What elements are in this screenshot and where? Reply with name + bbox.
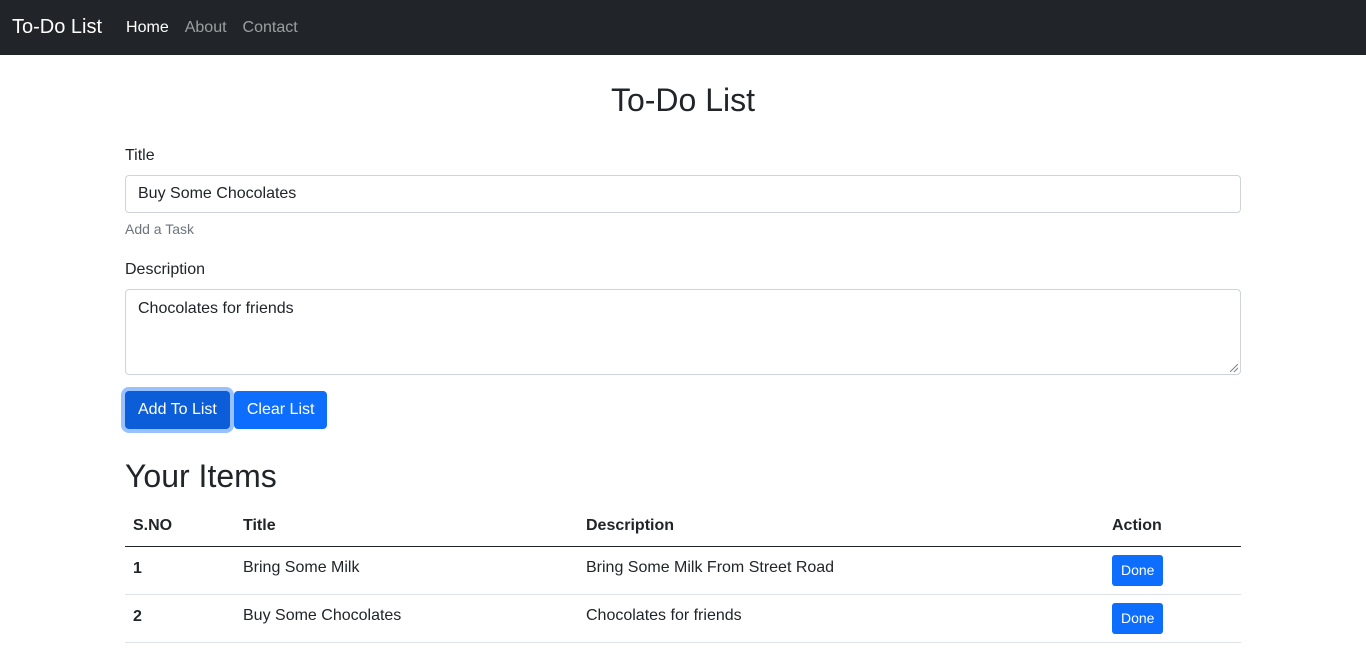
- navbar-brand[interactable]: To-Do List: [12, 16, 102, 39]
- resize-handle-icon[interactable]: [1230, 364, 1238, 372]
- title-label: Title: [125, 147, 155, 164]
- table-row: 2 Buy Some Chocolates Chocolates for fri…: [125, 594, 1241, 643]
- title-help-text: Add a Task: [125, 221, 195, 237]
- description-textarea-value: Chocolates for friends: [138, 300, 294, 317]
- add-to-list-button[interactable]: Add To List: [125, 391, 230, 429]
- header-action: Action: [1104, 507, 1241, 547]
- table-header-row: S.NO Title Description Action: [125, 507, 1241, 547]
- main-container: To-Do List Title Buy Some Chocolates Add…: [125, 55, 1241, 643]
- navbar: To-Do List Home About Contact: [0, 0, 1366, 55]
- header-title: Title: [235, 507, 578, 547]
- done-button[interactable]: Done: [1112, 554, 1164, 586]
- done-button[interactable]: Done: [1112, 602, 1164, 634]
- title-input[interactable]: Buy Some Chocolates: [125, 175, 1241, 213]
- row-description: Chocolates for friends: [578, 594, 1104, 643]
- items-heading: Your Items: [125, 458, 277, 494]
- header-description: Description: [578, 507, 1104, 547]
- nav-link-about[interactable]: About: [185, 19, 227, 37]
- nav-link-home[interactable]: Home: [126, 19, 169, 37]
- row-title: Bring Some Milk: [235, 546, 578, 595]
- header-sno: S.NO: [125, 507, 235, 547]
- clear-list-button[interactable]: Clear List: [233, 391, 328, 429]
- row-sno: 2: [125, 594, 235, 643]
- form-buttons: Add To List Clear List: [125, 391, 1241, 429]
- table-row: 1 Bring Some Milk Bring Some Milk From S…: [125, 546, 1241, 595]
- row-title: Buy Some Chocolates: [235, 594, 578, 643]
- row-action: Done: [1104, 594, 1241, 643]
- row-description: Bring Some Milk From Street Road: [578, 546, 1104, 595]
- description-textarea[interactable]: Chocolates for friends: [125, 289, 1241, 375]
- page-title: To-Do List: [610, 82, 756, 118]
- description-label: Description: [125, 261, 206, 278]
- title-input-value: Buy Some Chocolates: [138, 185, 297, 202]
- row-sno: 1: [125, 546, 235, 595]
- nav-link-contact[interactable]: Contact: [243, 19, 298, 37]
- row-action: Done: [1104, 546, 1241, 595]
- items-table: S.NO Title Description Action 1 Bring So…: [125, 507, 1241, 643]
